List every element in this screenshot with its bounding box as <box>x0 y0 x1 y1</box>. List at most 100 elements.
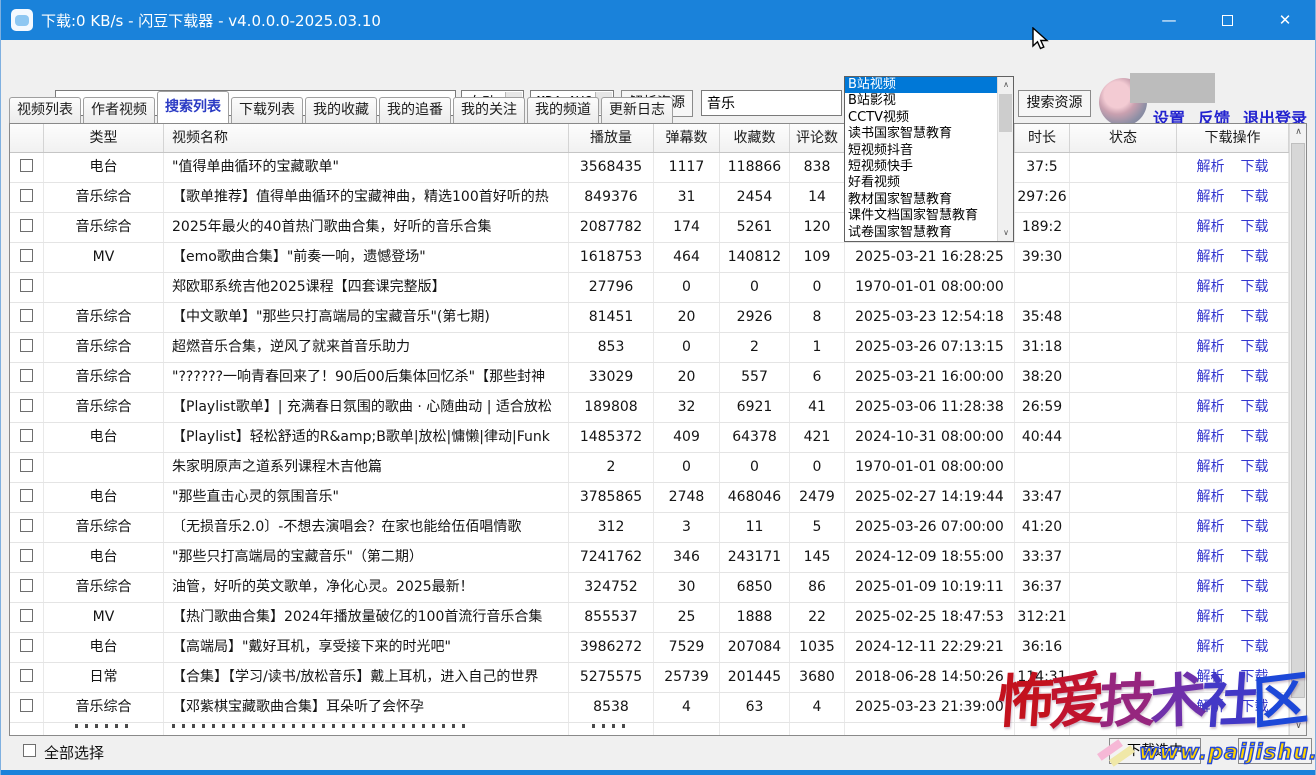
search-keyword-input[interactable] <box>701 90 842 116</box>
row-checkbox[interactable] <box>20 429 33 442</box>
minimize-button[interactable]: — <box>1144 0 1194 40</box>
tab-2[interactable]: 搜索列表 <box>157 91 229 123</box>
dropdown-scrollbar[interactable]: ∧ ∨ <box>997 77 1013 241</box>
row-checkbox[interactable] <box>20 519 33 532</box>
row-checkbox[interactable] <box>20 549 33 562</box>
download-link[interactable]: 下载 <box>1241 609 1269 625</box>
column-header[interactable]: 收藏数 <box>720 124 790 152</box>
dropdown-option[interactable]: 短视频快手 <box>845 159 998 175</box>
download-link[interactable]: 下载 <box>1241 549 1269 565</box>
row-checkbox[interactable] <box>20 399 33 412</box>
column-header[interactable]: 视频名称 <box>164 124 569 152</box>
close-button[interactable]: ✕ <box>1260 0 1310 40</box>
tab-7[interactable]: 我的频道 <box>527 97 599 123</box>
row-checkbox[interactable] <box>20 249 33 262</box>
tab-8[interactable]: 更新日志 <box>601 97 673 123</box>
tab-0[interactable]: 视频列表 <box>9 97 81 123</box>
parse-link[interactable]: 解析 <box>1197 489 1225 505</box>
column-header[interactable]: 弹幕数 <box>654 124 720 152</box>
column-header[interactable]: 时长 <box>1015 124 1070 152</box>
download-link[interactable]: 下载 <box>1241 189 1269 205</box>
download-link[interactable]: 下载 <box>1241 489 1269 505</box>
column-header[interactable]: 评论数 <box>790 124 845 152</box>
parse-link[interactable]: 解析 <box>1197 459 1225 475</box>
download-link[interactable]: 下载 <box>1241 639 1269 655</box>
parse-link[interactable]: 解析 <box>1197 399 1225 415</box>
row-checkbox[interactable] <box>20 579 33 592</box>
download-link[interactable]: 下载 <box>1241 219 1269 235</box>
scroll-down-icon[interactable]: ∨ <box>1290 718 1307 735</box>
dropdown-option[interactable]: B站影视 <box>845 93 998 109</box>
parse-link[interactable]: 解析 <box>1197 609 1225 625</box>
parse-link[interactable]: 解析 <box>1197 279 1225 295</box>
row-checkbox[interactable] <box>20 279 33 292</box>
secondary-footer-button[interactable] <box>1238 738 1312 764</box>
row-checkbox[interactable] <box>20 609 33 622</box>
row-checkbox[interactable] <box>20 159 33 172</box>
download-link[interactable]: 下载 <box>1241 339 1269 355</box>
parse-link[interactable]: 解析 <box>1197 249 1225 265</box>
tab-1[interactable]: 作者视频 <box>83 97 155 123</box>
dropdown-option[interactable]: 短视频抖音 <box>845 143 998 159</box>
row-checkbox[interactable] <box>20 189 33 202</box>
maximize-button[interactable] <box>1202 0 1252 40</box>
row-checkbox[interactable] <box>20 339 33 352</box>
dropdown-option[interactable]: 课件文档国家智慧教育 <box>845 208 998 224</box>
dropdown-option[interactable]: B站视频 <box>845 77 998 93</box>
parse-link[interactable]: 解析 <box>1197 339 1225 355</box>
parse-link[interactable]: 解析 <box>1197 639 1225 655</box>
dropdown-option[interactable]: CCTV视频 <box>845 110 998 126</box>
row-checkbox[interactable] <box>20 669 33 682</box>
parse-link[interactable]: 解析 <box>1197 309 1225 325</box>
download-link[interactable]: 下载 <box>1241 159 1269 175</box>
parse-link[interactable]: 解析 <box>1197 429 1225 445</box>
download-link[interactable]: 下载 <box>1241 669 1269 685</box>
download-link[interactable]: 下载 <box>1241 459 1269 475</box>
download-link[interactable]: 下载 <box>1241 519 1269 535</box>
tab-3[interactable]: 下载列表 <box>231 97 303 123</box>
parse-link[interactable]: 解析 <box>1197 219 1225 235</box>
row-checkbox[interactable] <box>20 219 33 232</box>
download-link[interactable]: 下载 <box>1241 369 1269 385</box>
select-all-checkbox[interactable] <box>23 744 36 757</box>
row-checkbox[interactable] <box>20 369 33 382</box>
column-header[interactable]: 状态 <box>1070 124 1177 152</box>
column-header[interactable]: 类型 <box>44 124 164 152</box>
parse-link[interactable]: 解析 <box>1197 159 1225 175</box>
column-header[interactable]: 下载操作 <box>1177 124 1289 152</box>
dropdown-option[interactable]: 读书国家智慧教育 <box>845 126 998 142</box>
scrollbar-thumb[interactable] <box>1291 143 1305 698</box>
tab-6[interactable]: 我的关注 <box>453 97 525 123</box>
dropdown-scrollbar-thumb[interactable] <box>999 94 1012 132</box>
dropdown-option[interactable]: 试卷国家智慧教育 <box>845 225 998 241</box>
scroll-up-icon[interactable]: ∧ <box>1290 124 1307 141</box>
parse-link[interactable]: 解析 <box>1197 369 1225 385</box>
row-checkbox[interactable] <box>20 699 33 712</box>
download-link[interactable]: 下载 <box>1241 579 1269 595</box>
download-link[interactable]: 下载 <box>1241 399 1269 415</box>
row-checkbox[interactable] <box>20 459 33 472</box>
parse-link[interactable]: 解析 <box>1197 549 1225 565</box>
download-link[interactable]: 下载 <box>1241 309 1269 325</box>
parse-link[interactable]: 解析 <box>1197 579 1225 595</box>
column-header[interactable]: 播放量 <box>569 124 654 152</box>
scroll-down-icon[interactable]: ∨ <box>998 225 1014 241</box>
parse-link[interactable]: 解析 <box>1197 669 1225 685</box>
row-checkbox[interactable] <box>20 639 33 652</box>
search-resource-button[interactable]: 搜索资源 <box>1018 90 1091 117</box>
row-checkbox[interactable] <box>20 309 33 322</box>
dropdown-option[interactable]: 教材国家智慧教育 <box>845 192 998 208</box>
download-link[interactable]: 下载 <box>1241 249 1269 265</box>
column-header[interactable] <box>10 124 44 152</box>
download-link[interactable]: 下载 <box>1241 279 1269 295</box>
download-link[interactable]: 下载 <box>1241 699 1269 715</box>
table-scrollbar[interactable]: ∧ ∨ <box>1289 124 1306 735</box>
download-link[interactable]: 下载 <box>1241 429 1269 445</box>
tab-4[interactable]: 我的收藏 <box>305 97 377 123</box>
parse-link[interactable]: 解析 <box>1197 699 1225 715</box>
parse-link[interactable]: 解析 <box>1197 189 1225 205</box>
scroll-up-icon[interactable]: ∧ <box>998 77 1014 93</box>
row-checkbox[interactable] <box>20 489 33 502</box>
dropdown-option[interactable]: 好看视频 <box>845 175 998 191</box>
tab-5[interactable]: 我的追番 <box>379 97 451 123</box>
